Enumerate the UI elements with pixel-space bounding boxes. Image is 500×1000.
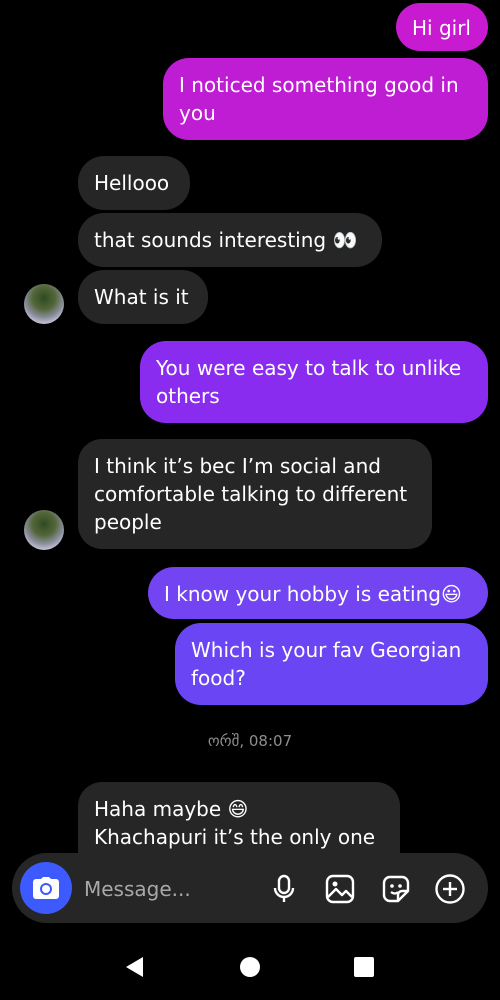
home-icon (240, 957, 260, 977)
plus-icon (435, 874, 465, 904)
gallery-icon (325, 874, 355, 904)
message-composer (12, 853, 488, 923)
outgoing-message[interactable]: I noticed something good in you (163, 58, 488, 140)
recents-icon (354, 957, 374, 977)
avatar[interactable] (24, 284, 64, 324)
gallery-button[interactable] (324, 873, 356, 905)
outgoing-message[interactable]: Hi girl (396, 3, 488, 51)
back-button[interactable] (120, 953, 148, 981)
camera-button[interactable] (20, 862, 72, 914)
microphone-icon (273, 874, 295, 902)
incoming-message[interactable]: that sounds interesting 👀 (78, 213, 382, 267)
message-input[interactable] (84, 875, 254, 903)
system-navigation-bar (0, 935, 500, 1000)
microphone-button[interactable] (268, 873, 300, 905)
back-icon (126, 957, 143, 977)
incoming-message[interactable]: What is it (78, 270, 208, 324)
outgoing-message[interactable]: Which is your fav Georgian food? (175, 623, 488, 705)
sticker-button[interactable] (380, 873, 412, 905)
incoming-message[interactable]: Hellooo (78, 156, 190, 210)
recents-button[interactable] (350, 953, 378, 981)
sticker-icon (382, 875, 410, 903)
outgoing-message[interactable]: I know your hobby is eating😃 (148, 567, 488, 619)
incoming-message[interactable]: I think it’s bec I’m social and comforta… (78, 439, 432, 549)
add-button[interactable] (434, 873, 466, 905)
avatar[interactable] (24, 510, 64, 550)
message-timestamp: ორშ, 08:07 (207, 732, 293, 750)
outgoing-message[interactable]: You were easy to talk to unlike others (140, 341, 488, 423)
home-button[interactable] (236, 953, 264, 981)
camera-icon (33, 877, 59, 899)
